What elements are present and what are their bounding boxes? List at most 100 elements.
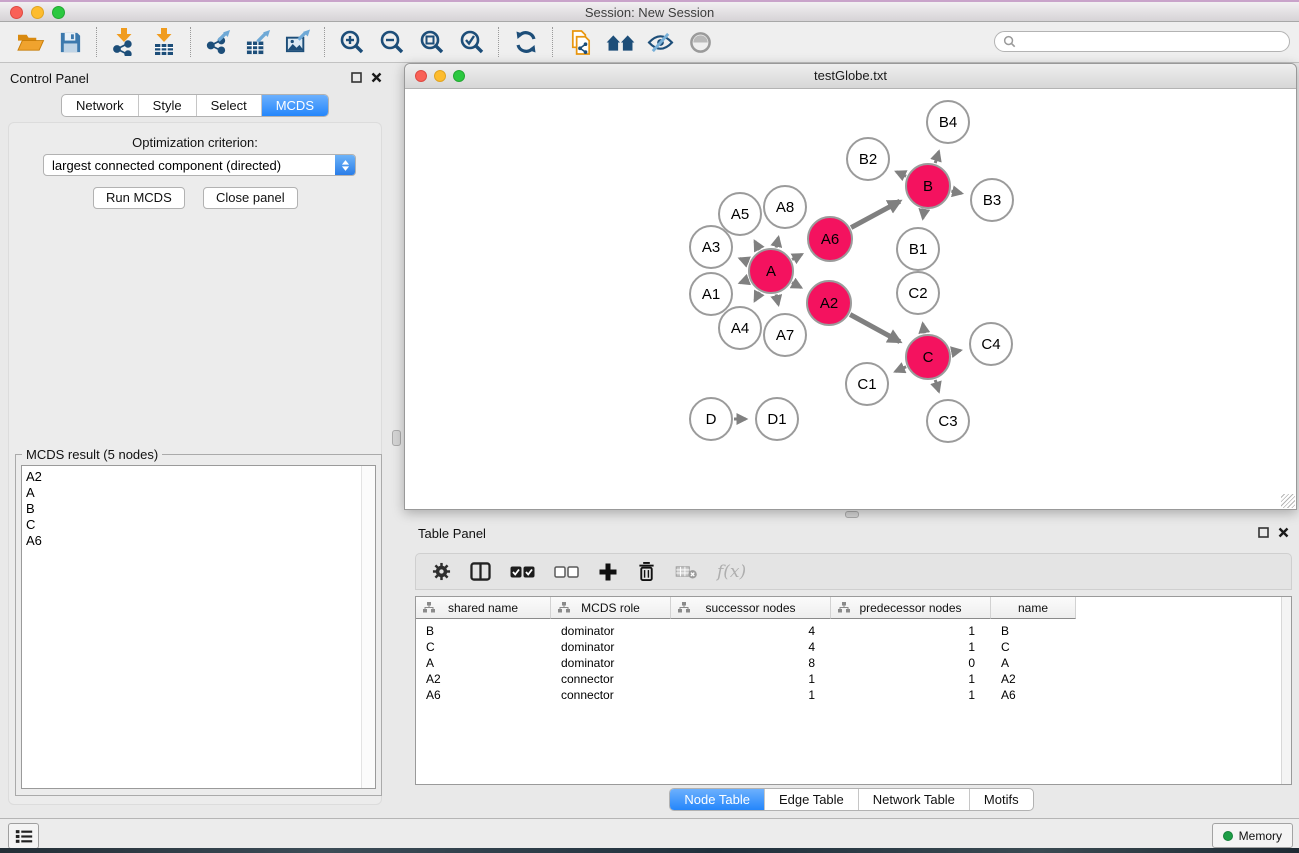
graph-node-A3[interactable]: A3 [690, 226, 732, 268]
table-row[interactable]: A2connector11A2 [416, 671, 1291, 687]
tab-mcds[interactable]: MCDS [261, 95, 328, 116]
column-header-name[interactable]: name [991, 597, 1076, 619]
deselect-all-button[interactable] [554, 566, 579, 578]
select-all-button[interactable] [510, 566, 535, 578]
graph-edge-A-A8[interactable] [776, 237, 778, 247]
search-input[interactable] [1021, 34, 1289, 50]
tab-network-table[interactable]: Network Table [858, 789, 969, 810]
home-button[interactable] [600, 25, 640, 59]
graph-node-A7[interactable]: A7 [764, 314, 806, 356]
graph-node-A5[interactable]: A5 [719, 193, 761, 235]
graph-node-A1[interactable]: A1 [690, 273, 732, 315]
graph-node-B2[interactable]: B2 [847, 138, 889, 180]
save-session-button[interactable] [50, 25, 90, 59]
graph-node-C3[interactable]: C3 [927, 400, 969, 442]
zoom-out-button[interactable] [372, 25, 412, 59]
graph-edge-A-A6[interactable] [792, 254, 802, 259]
graph-edge-A2-C[interactable] [850, 315, 900, 342]
graph-edge-C-C4[interactable] [952, 350, 961, 352]
tab-select[interactable]: Select [196, 95, 261, 116]
refresh-layout-button[interactable] [506, 25, 546, 59]
add-entry-button[interactable] [598, 562, 618, 582]
close-panel-button[interactable]: Close panel [203, 187, 298, 209]
graph-node-B[interactable]: B [906, 164, 950, 208]
run-mcds-button[interactable]: Run MCDS [93, 187, 185, 209]
vertical-splitter-handle[interactable] [392, 430, 401, 446]
mcds-result-listbox[interactable]: A2ABCA6 [21, 465, 376, 789]
graph-edge-A-A3[interactable] [740, 259, 749, 263]
open-session-button[interactable] [10, 25, 50, 59]
window-resize-grip[interactable] [1281, 494, 1295, 508]
graph-edge-C-C1[interactable] [895, 367, 906, 372]
tab-motifs[interactable]: Motifs [969, 789, 1033, 810]
graph-node-C4[interactable]: C4 [970, 323, 1012, 365]
table-row[interactable]: Bdominator41B [416, 623, 1291, 639]
column-header-predecessor-nodes[interactable]: predecessor nodes [831, 597, 991, 619]
graph-node-A6[interactable]: A6 [808, 217, 852, 261]
graph-node-C[interactable]: C [906, 335, 950, 379]
task-history-button[interactable] [8, 823, 39, 849]
search-field[interactable] [994, 31, 1290, 52]
close-panel-icon[interactable] [1278, 527, 1289, 538]
graph-node-C1[interactable]: C1 [846, 363, 888, 405]
graph-node-A8[interactable]: A8 [764, 186, 806, 228]
mcds-result-item[interactable]: C [22, 517, 375, 533]
mcds-result-item[interactable]: A2 [22, 469, 375, 485]
memory-button[interactable]: Memory [1212, 823, 1293, 848]
graph-edge-A-A4[interactable] [755, 292, 760, 301]
tab-network[interactable]: Network [62, 95, 138, 116]
graph-node-B1[interactable]: B1 [897, 228, 939, 270]
delete-entry-button[interactable] [637, 561, 656, 582]
graph-edge-B-B1[interactable] [923, 210, 924, 219]
show-network-button[interactable] [680, 25, 720, 59]
delete-table-button[interactable] [675, 564, 698, 579]
criterion-dropdown[interactable]: largest connected component (directed) [43, 154, 356, 176]
float-panel-icon[interactable] [351, 72, 362, 83]
tab-edge-table[interactable]: Edge Table [764, 789, 858, 810]
export-table-button[interactable] [238, 25, 278, 59]
graph-node-C2[interactable]: C2 [897, 272, 939, 314]
hide-network-button[interactable] [640, 25, 680, 59]
float-panel-icon[interactable] [1258, 527, 1269, 538]
graph-edge-C-C3[interactable] [935, 380, 939, 392]
graph-edge-A-A1[interactable] [740, 280, 749, 283]
table-row[interactable]: Adominator80A [416, 655, 1291, 671]
zoom-fit-button[interactable] [412, 25, 452, 59]
table-scrollbar[interactable] [1281, 597, 1291, 784]
export-image-button[interactable] [278, 25, 318, 59]
graph-edge-A-A2[interactable] [792, 283, 801, 288]
import-network-button[interactable] [104, 25, 144, 59]
graph-node-A[interactable]: A [749, 249, 793, 293]
zoom-selected-button[interactable] [452, 25, 492, 59]
graph-node-B3[interactable]: B3 [971, 179, 1013, 221]
result-scrollbar[interactable] [361, 466, 375, 788]
column-header-shared-name[interactable]: shared name [416, 597, 551, 619]
graph-edge-B-B2[interactable] [896, 172, 906, 177]
graph-node-D1[interactable]: D1 [756, 398, 798, 440]
export-network-button[interactable] [198, 25, 238, 59]
manage-networks-button[interactable] [560, 25, 600, 59]
graph-edge-A-A7[interactable] [776, 294, 778, 304]
table-row[interactable]: Cdominator41C [416, 639, 1291, 655]
column-header-MCDS-role[interactable]: MCDS role [551, 597, 671, 619]
graph-edge-B-B4[interactable] [935, 152, 939, 164]
column-settings-button[interactable] [432, 562, 451, 581]
tab-node-table[interactable]: Node Table [670, 789, 764, 810]
import-table-button[interactable] [144, 25, 184, 59]
column-header-successor-nodes[interactable]: successor nodes [671, 597, 831, 619]
graph-edge-B-B3[interactable] [951, 191, 961, 193]
network-window-titlebar[interactable]: testGlobe.txt [405, 64, 1296, 89]
graph-node-D[interactable]: D [690, 398, 732, 440]
mcds-result-item[interactable]: B [22, 501, 375, 517]
graph-node-A4[interactable]: A4 [719, 307, 761, 349]
graph-edge-C-C2[interactable] [923, 324, 925, 334]
graph-edge-A-A5[interactable] [755, 241, 760, 250]
zoom-in-button[interactable] [332, 25, 372, 59]
function-builder-button[interactable]: f(x) [717, 562, 746, 582]
graph-node-A2[interactable]: A2 [807, 281, 851, 325]
network-canvas[interactable]: A A1 A2 A3 A4 A5 A6 A7 A8 B B1 B2 B3B4 C C1 C2 C3C4 D D1 [405, 89, 1296, 510]
tab-style[interactable]: Style [138, 95, 196, 116]
graph-node-B4[interactable]: B4 [927, 101, 969, 143]
table-row[interactable]: A6connector11A6 [416, 687, 1291, 703]
graph-edge-A6-B[interactable] [851, 201, 900, 227]
